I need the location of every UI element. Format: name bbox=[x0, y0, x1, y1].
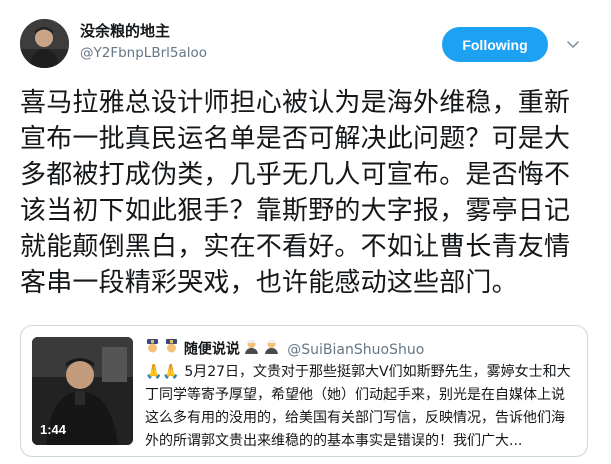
following-button[interactable]: Following bbox=[442, 27, 548, 62]
quoted-tweet-card[interactable]: 1:44 随便说说 @SuiBianShuoShuo 🙏🙏 5月27日，文贵对于… bbox=[20, 325, 588, 457]
video-duration: 1:44 bbox=[40, 422, 67, 437]
quoted-tweet-text: 🙏🙏 5月27日，文贵对于那些挺郭大V们如斯野先生，雾婷女士和大丁同学等寄予厚望… bbox=[145, 364, 571, 449]
author-name[interactable]: 没余粮的地主 bbox=[80, 21, 207, 41]
police-officer-icon bbox=[164, 339, 179, 360]
quoted-video-thumbnail[interactable]: 1:44 bbox=[32, 337, 133, 445]
police-officer-icon bbox=[145, 339, 160, 360]
author-avatar[interactable] bbox=[20, 19, 69, 68]
chevron-down-icon[interactable] bbox=[566, 37, 580, 51]
quoted-author-handle[interactable]: @SuiBianShuoShuo bbox=[287, 342, 424, 358]
tweet-text: 喜马拉雅总设计师担心被认为是海外维稳，重新宣布一批真民运名单是否可解决此问题？可… bbox=[20, 88, 571, 298]
judge-icon bbox=[244, 339, 259, 360]
author-handle[interactable]: @Y2FbnpLBrl5aloo bbox=[80, 44, 207, 63]
quoted-author-name[interactable]: 随便说说 bbox=[184, 342, 240, 358]
quoted-tweet-header: 随便说说 @SuiBianShuoShuo bbox=[145, 339, 424, 360]
judge-icon bbox=[264, 339, 279, 360]
author-info: 没余粮的地主 @Y2FbnpLBrl5aloo bbox=[80, 21, 207, 63]
